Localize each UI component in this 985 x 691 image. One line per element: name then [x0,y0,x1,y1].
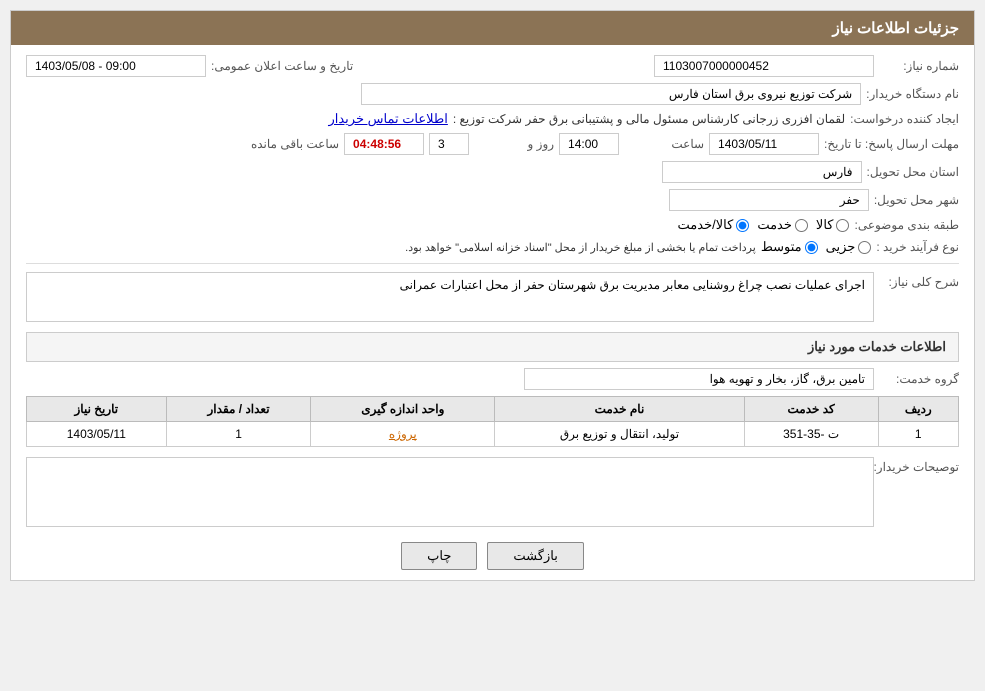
services-table: ردیف کد خدمت نام خدمت واحد اندازه گیری ت… [26,396,959,447]
cell-date: 1403/05/11 [27,422,167,447]
button-area: بازگشت چاپ [26,542,959,570]
city-label: شهر محل تحویل: [874,193,959,207]
cell-code: ت -35-351 [744,422,878,447]
province-value: فارس [662,161,862,183]
col-name: نام خدمت [495,397,745,422]
cell-radif: 1 [878,422,958,447]
response-days-label: روز و [474,137,554,151]
print-button[interactable]: چاپ [401,542,477,570]
col-code: کد خدمت [744,397,878,422]
col-count: تعداد / مقدار [166,397,311,422]
page-title: جزئیات اطلاعات نیاز [11,11,974,45]
purchase-jozyi-label: جزیی [826,239,856,255]
purchase-jozyi-option[interactable]: جزیی [826,239,872,255]
response-days: 3 [429,133,469,155]
col-unit: واحد اندازه گیری [311,397,495,422]
response-remaining: 04:48:56 [344,133,424,155]
city-value: حفر [669,189,869,211]
purchase-note: پرداخت تمام یا بخشی از مبلغ خریدار از مح… [405,241,756,254]
cell-name: تولید، انتقال و توزیع برق [495,422,745,447]
purchase-jozyi-radio[interactable] [858,241,871,254]
cell-count: 1 [166,422,311,447]
purchase-motavasset-radio[interactable] [805,241,818,254]
buyer-notes-textarea[interactable] [26,457,874,527]
response-remaining-label: ساعت باقی مانده [251,137,339,151]
category-khadamat-label: خدمت [757,217,792,233]
category-kala-radio[interactable] [836,219,849,232]
col-radif: ردیف [878,397,958,422]
creator-label: ایجاد کننده درخواست: [850,112,959,126]
need-desc-label: شرح کلی نیاز: [879,272,959,289]
buyer-notes-label: توصیحات خریدار: [879,457,959,474]
creator-value: لقمان افزری زرجانی کارشناس مسئول مالی و … [453,112,845,126]
response-date: 1403/05/11 [709,133,819,155]
service-group-label: گروه خدمت: [879,372,959,386]
province-label: استان محل تحویل: [867,165,959,179]
purchase-motavasset-option[interactable]: متوسط [761,239,818,255]
purchase-motavasset-label: متوسط [761,239,802,255]
response-deadline-label: مهلت ارسال پاسخ: تا تاریخ: [824,137,959,151]
services-header: اطلاعات خدمات مورد نیاز [26,332,959,362]
response-time: 14:00 [559,133,619,155]
category-label: طبقه بندی موضوعی: [854,218,959,232]
category-khadamat-option[interactable]: خدمت [757,217,808,233]
category-khadamat-radio[interactable] [795,219,808,232]
col-date: تاریخ نیاز [27,397,167,422]
buyer-org-value: شرکت توزیع نیروی برق استان فارس [361,83,861,105]
need-desc-value: اجرای عملیات نصب چراغ روشنایی معابر مدیر… [26,272,874,322]
creator-contact-link[interactable]: اطلاعات تماس خریدار [328,111,447,127]
service-group-value: تامین برق، گاز، بخار و تهویه هوا [524,368,874,390]
back-button[interactable]: بازگشت [487,542,583,570]
category-kala-option[interactable]: کالا [816,217,850,233]
category-kala-khadamat-radio[interactable] [736,219,749,232]
category-kala-label: کالا [816,217,834,233]
request-number-value: 1103007000000452 [654,55,874,77]
category-kala-khadamat-option[interactable]: کالا/خدمت [678,217,750,233]
cell-unit: پروژه [311,422,495,447]
announce-datetime-label: تاریخ و ساعت اعلان عمومی: [211,59,353,73]
category-kala-khadamat-label: کالا/خدمت [678,217,734,233]
buyer-org-label: نام دستگاه خریدار: [866,87,959,101]
response-time-label: ساعت [624,137,704,151]
table-row: 1 ت -35-351 تولید، انتقال و توزیع برق پر… [27,422,959,447]
announce-datetime-value: 1403/05/08 - 09:00 [26,55,206,77]
purchase-type-label: نوع فرآیند خرید : [876,240,959,254]
request-number-label: شماره نیاز: [879,59,959,73]
